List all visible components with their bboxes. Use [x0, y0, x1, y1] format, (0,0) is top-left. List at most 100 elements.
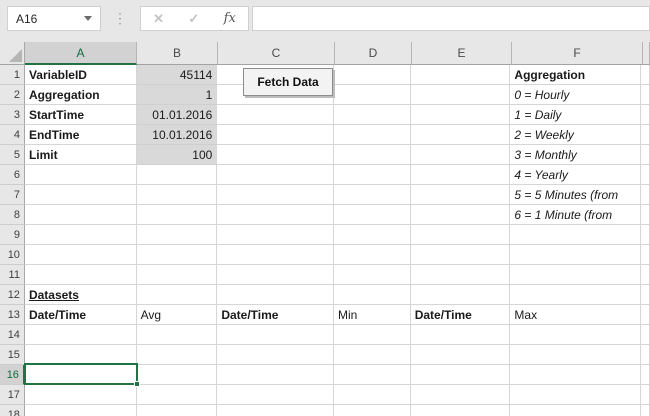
column-header-E[interactable]: E: [412, 42, 512, 65]
cell-F3[interactable]: 1 = Daily: [510, 105, 641, 125]
row-header-18[interactable]: 18: [0, 405, 25, 416]
cell-A15[interactable]: [25, 345, 137, 365]
cell-E12[interactable]: [411, 285, 511, 305]
cell-B5[interactable]: 100: [137, 145, 218, 165]
cell-B12[interactable]: [137, 285, 218, 305]
cell-B2[interactable]: 1: [137, 85, 218, 105]
cell-F9[interactable]: [510, 225, 641, 245]
cell-C8[interactable]: [217, 205, 334, 225]
column-header-D[interactable]: D: [335, 42, 412, 65]
row-header-12[interactable]: 12: [0, 285, 25, 305]
cell-F11[interactable]: [510, 265, 641, 285]
cell-A4[interactable]: EndTime: [25, 125, 137, 145]
cell-D15[interactable]: [334, 345, 411, 365]
name-box[interactable]: A16: [7, 6, 101, 31]
cell-partial-17[interactable]: [641, 385, 650, 405]
column-header-partial[interactable]: [643, 42, 650, 65]
cell-F10[interactable]: [510, 245, 641, 265]
cell-D18[interactable]: [334, 405, 411, 416]
cell-B14[interactable]: [137, 325, 218, 345]
cell-F5[interactable]: 3 = Monthly: [510, 145, 641, 165]
column-header-B[interactable]: B: [137, 42, 218, 65]
cell-F4[interactable]: 2 = Weekly: [510, 125, 641, 145]
cell-C6[interactable]: [217, 165, 334, 185]
cell-F13[interactable]: Max: [510, 305, 641, 325]
cell-C4[interactable]: [217, 125, 334, 145]
cell-A14[interactable]: [25, 325, 137, 345]
cell-E6[interactable]: [411, 165, 511, 185]
cell-C15[interactable]: [217, 345, 334, 365]
cell-F8[interactable]: 6 = 1 Minute (from: [510, 205, 641, 225]
cell-partial-11[interactable]: [641, 265, 650, 285]
row-header-9[interactable]: 9: [0, 225, 25, 245]
cell-C12[interactable]: [217, 285, 334, 305]
cell-A13[interactable]: Date/Time: [25, 305, 137, 325]
cell-E7[interactable]: [411, 185, 511, 205]
cell-E5[interactable]: [411, 145, 511, 165]
cell-partial-13[interactable]: [641, 305, 650, 325]
cell-partial-3[interactable]: [641, 105, 650, 125]
cell-E14[interactable]: [411, 325, 511, 345]
cell-B15[interactable]: [137, 345, 218, 365]
row-header-3[interactable]: 3: [0, 105, 25, 125]
cell-partial-18[interactable]: [641, 405, 650, 416]
cell-E9[interactable]: [411, 225, 511, 245]
cell-A17[interactable]: [25, 385, 137, 405]
cell-D16[interactable]: [334, 365, 411, 385]
cell-D12[interactable]: [334, 285, 411, 305]
cell-D4[interactable]: [334, 125, 411, 145]
cell-D14[interactable]: [334, 325, 411, 345]
column-header-A[interactable]: A: [25, 42, 137, 65]
cell-F7[interactable]: 5 = 5 Minutes (from: [510, 185, 641, 205]
cell-C7[interactable]: [217, 185, 334, 205]
cell-E2[interactable]: [411, 85, 511, 105]
cell-A12[interactable]: Datasets: [25, 285, 137, 305]
row-header-5[interactable]: 5: [0, 145, 25, 165]
selected-cell-outline[interactable]: [24, 363, 138, 385]
cell-A1[interactable]: VariableID: [25, 65, 137, 85]
name-box-dropdown-icon[interactable]: [84, 16, 92, 21]
cell-B10[interactable]: [137, 245, 218, 265]
cell-B17[interactable]: [137, 385, 218, 405]
cell-C16[interactable]: [217, 365, 334, 385]
cell-F12[interactable]: [510, 285, 641, 305]
cell-D13[interactable]: Min: [334, 305, 411, 325]
cell-C11[interactable]: [217, 265, 334, 285]
cell-partial-12[interactable]: [641, 285, 650, 305]
cell-A10[interactable]: [25, 245, 137, 265]
cell-A11[interactable]: [25, 265, 137, 285]
cell-partial-9[interactable]: [641, 225, 650, 245]
cell-E1[interactable]: [411, 65, 511, 85]
row-header-11[interactable]: 11: [0, 265, 25, 285]
cell-A3[interactable]: StartTime: [25, 105, 137, 125]
cell-D6[interactable]: [334, 165, 411, 185]
cell-D11[interactable]: [334, 265, 411, 285]
cell-F14[interactable]: [510, 325, 641, 345]
cell-partial-4[interactable]: [641, 125, 650, 145]
row-header-7[interactable]: 7: [0, 185, 25, 205]
row-header-4[interactable]: 4: [0, 125, 25, 145]
cell-E3[interactable]: [411, 105, 511, 125]
cell-E11[interactable]: [411, 265, 511, 285]
cell-D1[interactable]: [334, 65, 411, 85]
cell-partial-6[interactable]: [641, 165, 650, 185]
cell-partial-10[interactable]: [641, 245, 650, 265]
cell-E16[interactable]: [411, 365, 511, 385]
cell-F18[interactable]: [510, 405, 641, 416]
cell-F15[interactable]: [510, 345, 641, 365]
cell-C18[interactable]: [217, 405, 334, 416]
column-header-F[interactable]: F: [512, 42, 643, 65]
cell-C9[interactable]: [217, 225, 334, 245]
formula-bar-drag-handle[interactable]: ⋮: [113, 8, 123, 30]
cell-B3[interactable]: 01.01.2016: [137, 105, 218, 125]
cell-C13[interactable]: Date/Time: [217, 305, 334, 325]
cell-D7[interactable]: [334, 185, 411, 205]
select-all-corner[interactable]: [0, 42, 25, 65]
cell-partial-1[interactable]: [641, 65, 650, 85]
cell-F1[interactable]: Aggregation: [510, 65, 641, 85]
row-header-16[interactable]: 16: [0, 365, 25, 385]
cell-partial-7[interactable]: [641, 185, 650, 205]
cell-F6[interactable]: 4 = Yearly: [510, 165, 641, 185]
cell-D9[interactable]: [334, 225, 411, 245]
cell-F2[interactable]: 0 = Hourly: [510, 85, 641, 105]
